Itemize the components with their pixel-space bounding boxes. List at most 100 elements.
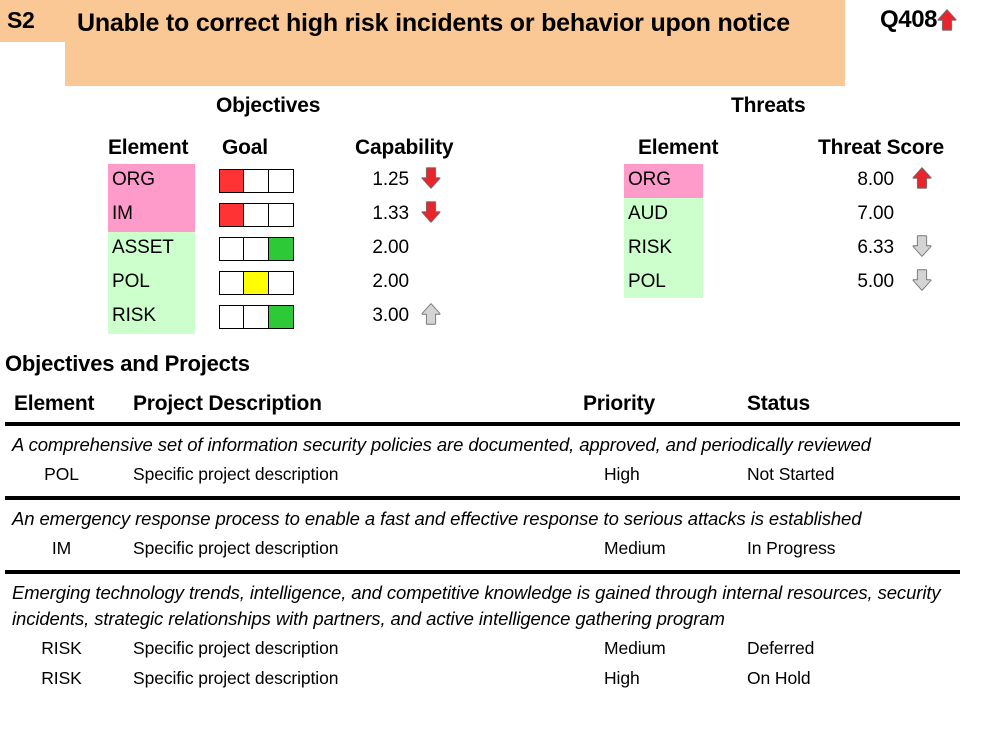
threats-col-threat-score: Threat Score bbox=[818, 136, 944, 159]
projects-group-divider bbox=[5, 570, 960, 574]
threats-row: ORG 8.00 bbox=[624, 164, 974, 198]
project-row: RISK Specific project description Medium De… bbox=[0, 638, 990, 666]
goal-cell-2 bbox=[244, 170, 269, 192]
goal-cell-3 bbox=[268, 170, 293, 192]
threats-col-element: Element bbox=[638, 136, 719, 159]
risk-title-cell: Unable to correct high risk incidents or… bbox=[65, 0, 845, 86]
capability-value: 1.33 bbox=[372, 203, 409, 224]
project-element: POL bbox=[44, 464, 79, 484]
objectives-panel-title: Objectives bbox=[216, 94, 321, 117]
project-status: Deferred bbox=[747, 638, 815, 658]
project-description: Specific project description bbox=[133, 638, 339, 658]
project-row: RISK Specific project description High On H… bbox=[0, 668, 990, 696]
objectives-element-label: IM bbox=[112, 203, 133, 224]
quarter-indicator: Q408 bbox=[880, 3, 990, 37]
project-row: POL Specific project description High Not S… bbox=[0, 464, 990, 492]
threat-score-value: 6.33 bbox=[857, 237, 894, 258]
objectives-row: RISK 3.00 bbox=[108, 300, 488, 334]
objectives-element-label: ASSET bbox=[112, 237, 174, 258]
objectives-row: ORG 1.25 bbox=[108, 164, 488, 198]
project-priority: Medium bbox=[604, 638, 666, 658]
project-priority: High bbox=[604, 668, 640, 688]
capability-value: 2.00 bbox=[372, 271, 409, 292]
objectives-element-label: POL bbox=[112, 271, 150, 292]
goal-cell-2 bbox=[244, 204, 269, 226]
goal-cell-2 bbox=[244, 306, 269, 328]
capability-value: 2.00 bbox=[372, 237, 409, 258]
threats-element-label: ORG bbox=[628, 169, 671, 190]
project-element: RISK bbox=[41, 668, 82, 688]
goal-indicator bbox=[219, 271, 294, 295]
projects-col-description: Project Description bbox=[133, 392, 322, 415]
objectives-col-goal: Goal bbox=[222, 136, 268, 159]
goal-cell-1 bbox=[220, 170, 245, 192]
objective-description: Emerging technology trends, intelligence… bbox=[12, 582, 941, 629]
threats-row: POL 5.00 bbox=[624, 266, 974, 300]
arrow-up-gray-icon bbox=[421, 303, 441, 325]
project-description: Specific project description bbox=[133, 464, 339, 484]
project-status: In Progress bbox=[747, 538, 836, 558]
arrow-up-red-icon bbox=[937, 9, 957, 31]
projects-section-title: Objectives and Projects bbox=[5, 351, 250, 376]
project-status: On Hold bbox=[747, 668, 811, 688]
objectives-col-element: Element bbox=[108, 136, 189, 159]
projects-group-divider bbox=[5, 422, 960, 426]
threat-score-value: 5.00 bbox=[857, 271, 894, 292]
threat-score-value: 8.00 bbox=[857, 169, 894, 190]
project-status: Not Started bbox=[747, 464, 835, 484]
project-description: Specific project description bbox=[133, 538, 339, 558]
project-element: RISK bbox=[41, 638, 82, 658]
quarter-label: Q408 bbox=[880, 6, 938, 33]
objectives-row: POL 2.00 bbox=[108, 266, 488, 300]
project-element: IM bbox=[51, 538, 72, 558]
objective-description: An emergency response process to enable … bbox=[12, 508, 862, 529]
goal-indicator bbox=[219, 203, 294, 227]
risk-header: S2 Unable to correct high risk incidents… bbox=[0, 0, 990, 86]
threats-element-label: RISK bbox=[628, 237, 672, 258]
projects-table-header: Element Project Description Priority Sta… bbox=[0, 392, 990, 422]
objectives-element-label: ORG bbox=[112, 169, 155, 190]
objective-description: A comprehensive set of information secur… bbox=[12, 434, 871, 455]
arrow-down-red-icon bbox=[421, 167, 441, 189]
objectives-element-label: RISK bbox=[112, 305, 156, 326]
goal-cell-3 bbox=[268, 306, 293, 328]
arrow-up-red-icon bbox=[912, 167, 932, 189]
projects-col-status: Status bbox=[747, 392, 810, 415]
goal-cell-1 bbox=[220, 238, 245, 260]
goal-indicator bbox=[219, 305, 294, 329]
arrow-down-red-icon bbox=[421, 201, 441, 223]
capability-value: 1.25 bbox=[372, 169, 409, 190]
threats-panel-title: Threats bbox=[731, 94, 806, 117]
threat-score-value: 7.00 bbox=[857, 203, 894, 224]
goal-cell-2 bbox=[244, 272, 269, 294]
project-description: Specific project description bbox=[133, 668, 339, 688]
goal-cell-1 bbox=[220, 204, 245, 226]
projects-col-priority: Priority bbox=[583, 392, 655, 415]
goal-cell-2 bbox=[244, 238, 269, 260]
goal-indicator bbox=[219, 237, 294, 261]
projects-col-element: Element bbox=[14, 392, 95, 415]
goal-cell-3 bbox=[268, 272, 293, 294]
goal-cell-3 bbox=[268, 204, 293, 226]
threats-element-label: AUD bbox=[628, 203, 668, 224]
project-priority: Medium bbox=[604, 538, 666, 558]
goal-cell-1 bbox=[220, 306, 245, 328]
threats-element-label: POL bbox=[628, 271, 666, 292]
risk-code-cell: S2 bbox=[0, 0, 65, 42]
arrow-down-gray-icon bbox=[912, 269, 932, 291]
objectives-row: ASSET 2.00 bbox=[108, 232, 488, 266]
objectives-row: IM 1.33 bbox=[108, 198, 488, 232]
objectives-col-capability: Capability bbox=[355, 136, 454, 159]
project-row: IM Specific project description Medium In P… bbox=[0, 538, 990, 566]
project-priority: High bbox=[604, 464, 640, 484]
threats-row: RISK 6.33 bbox=[624, 232, 974, 266]
projects-group-divider bbox=[5, 496, 960, 500]
risk-code-label: S2 bbox=[7, 7, 35, 33]
risk-title-label: Unable to correct high risk incidents or… bbox=[77, 9, 790, 37]
goal-indicator bbox=[219, 169, 294, 193]
threats-row: AUD 7.00 bbox=[624, 198, 974, 232]
capability-value: 3.00 bbox=[372, 305, 409, 326]
goal-cell-1 bbox=[220, 272, 245, 294]
goal-cell-3 bbox=[268, 238, 293, 260]
arrow-down-gray-icon bbox=[912, 235, 932, 257]
